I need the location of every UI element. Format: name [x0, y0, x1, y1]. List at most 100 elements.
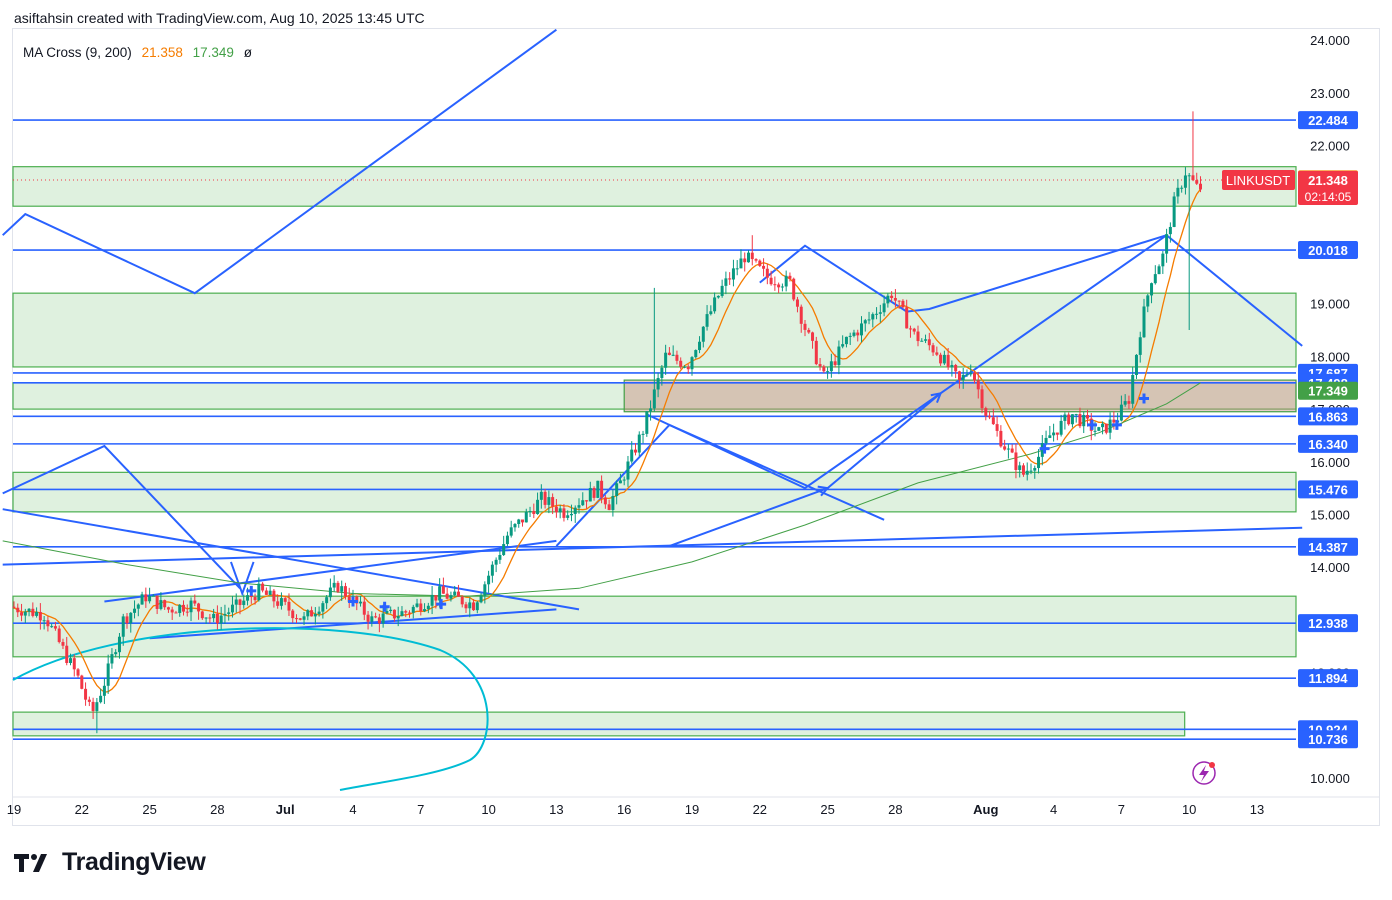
flash-icon[interactable] — [1192, 761, 1216, 785]
candle-body — [1187, 175, 1191, 177]
candle-body — [1037, 456, 1041, 469]
candle-body — [973, 372, 976, 381]
candle-body — [716, 295, 720, 298]
x-tick-label: Jul — [276, 802, 295, 817]
x-tick-label: 19 — [7, 802, 21, 817]
candle-body — [935, 352, 939, 355]
candle-body — [931, 345, 935, 353]
candle-body — [634, 449, 637, 453]
time-axis[interactable]: 19 22 25 28 Jul 4 7 10 13 16 19 22 25 28 Aug 4 7 10 13 — [7, 802, 1264, 817]
candle-body — [856, 332, 860, 336]
candle-body — [686, 366, 690, 370]
candle-body — [223, 613, 227, 616]
y-tick-label: 22.000 — [1310, 139, 1350, 154]
candle-body — [795, 299, 799, 307]
price-chart[interactable]: 10.00011.00012.00013.00014.00015.00016.0… — [0, 0, 1392, 830]
candle-body — [645, 411, 649, 434]
candle-body — [268, 590, 272, 595]
x-tick-label: 19 — [685, 802, 699, 817]
candle-body — [908, 328, 912, 330]
candle-body — [370, 616, 374, 622]
candle-body — [1108, 419, 1112, 433]
candle-body — [950, 365, 954, 368]
candle-body — [1055, 432, 1059, 435]
candle-body — [747, 252, 750, 263]
candle-body — [1018, 465, 1022, 470]
x-tick-label: 10 — [1182, 802, 1196, 817]
candle-body — [939, 354, 943, 364]
candle-body — [927, 339, 931, 346]
y-tick-label: 19.000 — [1310, 297, 1350, 312]
candle-body — [340, 586, 344, 592]
candle-body — [1033, 468, 1037, 471]
candle-body — [133, 608, 137, 613]
candle-body — [532, 511, 536, 515]
candle-body — [788, 275, 792, 279]
zone-green — [12, 166, 1297, 207]
candle-body — [321, 603, 325, 612]
x-tick-label: 28 — [888, 802, 902, 817]
candle-body — [151, 595, 155, 597]
candle-body — [306, 610, 310, 617]
candle-body — [1097, 427, 1101, 431]
candle-body — [1112, 419, 1116, 423]
price-label-text: 11.894 — [1308, 671, 1348, 686]
candle-body — [961, 374, 965, 381]
price-label-text: 16.340 — [1308, 437, 1348, 452]
candle-body — [811, 332, 815, 341]
x-tick-label: 13 — [1250, 802, 1264, 817]
candle-body — [588, 487, 592, 502]
candle-body — [942, 354, 946, 364]
candle-body — [754, 259, 758, 261]
candle-body — [705, 314, 709, 327]
candle-body — [136, 604, 140, 609]
candle-body — [731, 268, 735, 280]
candle-body — [374, 616, 378, 618]
candle-body — [35, 611, 39, 616]
candle-body — [724, 278, 728, 286]
candle-body — [392, 609, 396, 619]
candle-body — [1078, 414, 1082, 427]
candle-body — [765, 268, 769, 278]
candle-body — [814, 340, 818, 365]
candle-body — [178, 604, 182, 613]
candle-body — [1044, 437, 1048, 444]
zone-red — [623, 379, 1297, 413]
candle-body — [558, 508, 562, 513]
x-tick-label: 13 — [549, 802, 563, 817]
candle-body — [664, 352, 668, 368]
candle-body — [61, 642, 65, 646]
candle-body — [1183, 175, 1187, 188]
candle-body — [1123, 401, 1127, 405]
tradingview-logo: TradingView — [14, 848, 206, 877]
candle-body — [69, 658, 72, 663]
candle-body — [886, 295, 890, 304]
candle-body — [505, 535, 509, 545]
candle-body — [890, 295, 894, 298]
candle-body — [750, 252, 754, 260]
flash-icon-bolt — [1199, 765, 1209, 782]
candle-body — [769, 277, 773, 285]
price-label-text: 15.476 — [1308, 482, 1348, 497]
candle-body — [984, 408, 988, 416]
candle-body — [878, 312, 882, 314]
chart-pane-border — [12, 28, 1380, 826]
candle-body — [1067, 414, 1071, 425]
candle-body — [1134, 354, 1138, 376]
candle-body — [679, 360, 683, 367]
countdown-text: 02:14:05 — [1305, 190, 1352, 204]
candle-body — [317, 611, 321, 614]
candle-body — [1127, 401, 1131, 404]
trendline — [2, 444, 241, 589]
candle-body — [539, 491, 543, 500]
candle-body — [302, 616, 306, 620]
candle-body — [901, 300, 905, 308]
candle-body — [144, 594, 148, 602]
candle-body — [423, 609, 427, 612]
price-label-text: 12.938 — [1308, 616, 1348, 631]
candle-body — [389, 609, 393, 612]
candle-body — [1142, 306, 1146, 338]
candle-body — [27, 608, 31, 612]
candle-body — [1157, 266, 1161, 275]
candle-body — [114, 652, 118, 655]
